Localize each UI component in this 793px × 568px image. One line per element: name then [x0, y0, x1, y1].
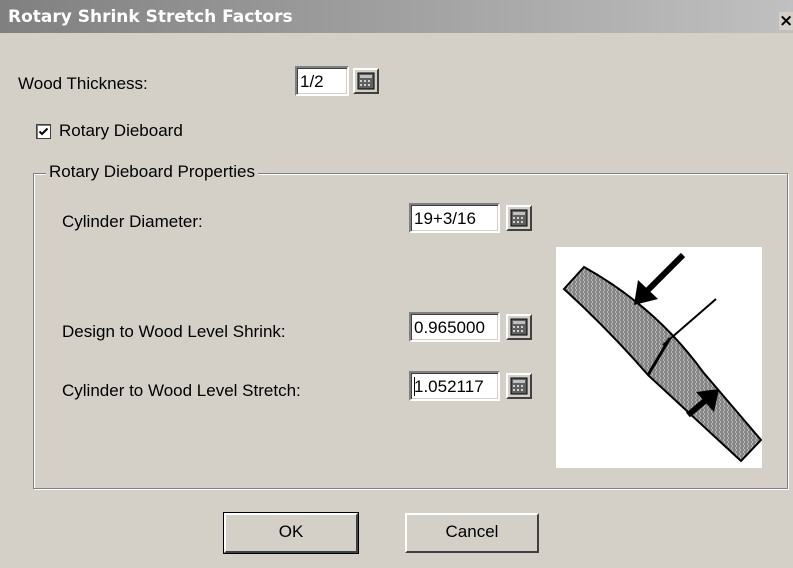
wood-thickness-label: Wood Thickness: [18, 74, 148, 93]
shrink-value: 0.965000 [414, 318, 485, 337]
rotary-dieboard-label[interactable]: Rotary Dieboard [59, 121, 183, 141]
rotary-die-curvature-diagram [556, 247, 763, 468]
cylinder-diameter-value: 19+3/16 [414, 209, 476, 228]
wood-thickness-calculator-button[interactable] [353, 68, 379, 94]
shrink-field[interactable]: 0.965000 [409, 312, 500, 342]
wood-thickness-field[interactable]: 1/2 [295, 66, 349, 96]
close-icon[interactable]: × [779, 12, 793, 30]
stretch-value: 1.052117 [414, 377, 484, 396]
stretch-calculator-button[interactable] [506, 373, 532, 399]
shrink-label: Design to Wood Level Shrink: [62, 322, 286, 341]
ok-button[interactable]: OK [223, 512, 359, 554]
stretch-field[interactable]: 1.052117 [409, 371, 500, 401]
checkmark-icon [38, 127, 49, 136]
title-bar[interactable]: Rotary Shrink Stretch Factors × [0, 0, 793, 33]
rotary-dieboard-checkbox[interactable] [36, 124, 51, 139]
cylinder-diameter-field[interactable]: 19+3/16 [409, 203, 500, 233]
window-title: Rotary Shrink Stretch Factors [8, 7, 293, 27]
calculator-icon [510, 318, 528, 336]
calculator-icon [510, 377, 528, 395]
cylinder-diameter-label: Cylinder Diameter: [62, 212, 203, 231]
wood-thickness-value: 1/2 [300, 72, 324, 91]
group-title: Rotary Dieboard Properties [46, 162, 258, 182]
cancel-button[interactable]: Cancel [405, 513, 539, 553]
cylinder-diameter-calculator-button[interactable] [506, 205, 532, 231]
calculator-icon [357, 72, 375, 90]
shrink-calculator-button[interactable] [506, 314, 532, 340]
stretch-label: Cylinder to Wood Level Stretch: [62, 381, 301, 400]
calculator-icon [510, 209, 528, 227]
